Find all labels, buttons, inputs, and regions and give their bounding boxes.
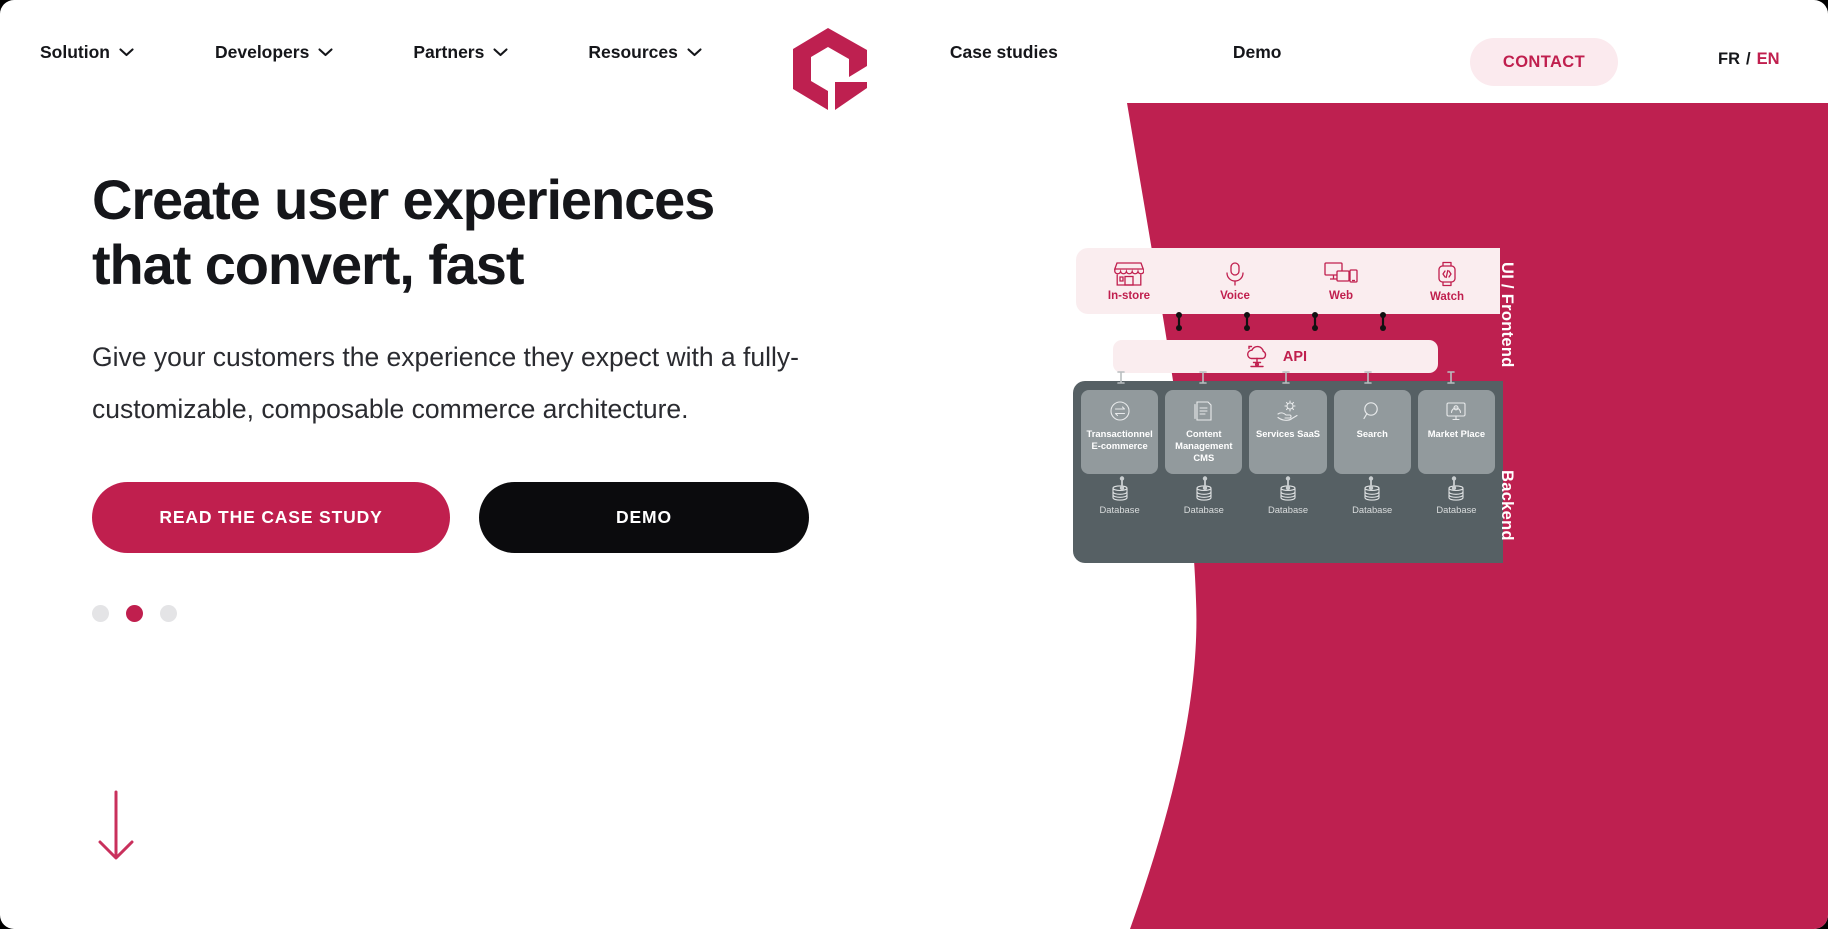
- backend-service-label: Market Place: [1427, 428, 1486, 439]
- carousel-dot-3[interactable]: [160, 604, 177, 622]
- composable-commerce-logo[interactable]: [787, 26, 873, 112]
- diagram-side-label-backend: Backend: [1498, 470, 1516, 541]
- demo-button-label: DEMO: [616, 506, 672, 527]
- nav-item-label: Solution: [40, 41, 110, 62]
- nav-left-group: Solution Developers Partners Resources C…: [0, 42, 1281, 63]
- frontend-channel-web[interactable]: Web: [1288, 261, 1394, 302]
- contact-button-label: CONTACT: [1502, 52, 1586, 71]
- chevron-down-icon: [119, 47, 134, 57]
- read-case-study-button[interactable]: READ THE CASE STUDY: [92, 481, 450, 553]
- backend-services-row: Transactionnel E-commerce Content Manage…: [1081, 390, 1496, 474]
- backend-service-label: Search: [1356, 428, 1388, 439]
- frontend-channel-label: In-store: [1107, 289, 1151, 302]
- storefront-icon: [1114, 261, 1144, 286]
- database-label: Database: [1352, 504, 1393, 515]
- backend-service-label: Content Management CMS: [1175, 428, 1233, 463]
- nav-item-label: Partners: [413, 41, 485, 62]
- demo-button[interactable]: DEMO: [479, 481, 809, 553]
- carousel-dot-2[interactable]: [126, 604, 143, 622]
- scroll-down-arrow[interactable]: [94, 790, 138, 867]
- database-label: Database: [1436, 504, 1477, 515]
- chevron-down-icon: [687, 47, 702, 57]
- headline-line-1: Create user experiences: [92, 168, 715, 231]
- nav-item-label: Developers: [214, 41, 310, 62]
- hero-subheading: Give your customers the experience they …: [92, 341, 799, 424]
- api-layer: API: [1113, 340, 1438, 373]
- frontend-channel-label: Web: [1328, 289, 1354, 302]
- hero-content: Create user experiences that convert, fa…: [92, 168, 912, 622]
- architecture-diagram: In-store Voice Web Watch API Transaction…: [1073, 248, 1513, 598]
- carousel-dot-1[interactable]: [92, 604, 109, 622]
- marketplace-monitor-icon: [1446, 402, 1466, 421]
- transaction-exchange-icon: [1110, 401, 1130, 421]
- backend-service-transactional-ecommerce[interactable]: Transactionnel E-commerce: [1081, 390, 1159, 474]
- api-label: API: [1282, 348, 1308, 365]
- connectors-service-database: [1119, 476, 1457, 491]
- database-label: Database: [1183, 504, 1224, 515]
- magnifier-icon: [1363, 402, 1379, 420]
- nav-item-label: Resources: [588, 41, 678, 62]
- language-option-en[interactable]: EN: [1757, 50, 1780, 69]
- language-separator: /: [1746, 50, 1751, 68]
- nav-item-developers[interactable]: Developers: [215, 42, 333, 63]
- backend-service-market-place[interactable]: Market Place: [1417, 390, 1496, 474]
- contact-button[interactable]: CONTACT: [1470, 38, 1618, 86]
- frontend-channel-watch[interactable]: Watch: [1394, 260, 1500, 303]
- backend-service-services-saas[interactable]: Services SaaS: [1249, 390, 1327, 474]
- nav-item-solution[interactable]: Solution: [40, 42, 134, 63]
- database-label: Database: [1099, 504, 1140, 515]
- frontend-channel-in-store[interactable]: In-store: [1076, 261, 1182, 302]
- backend-layer: Transactionnel E-commerce Content Manage…: [1073, 381, 1503, 563]
- frontend-channel-voice[interactable]: Voice: [1182, 261, 1288, 302]
- frontend-channel-bar: In-store Voice Web Watch: [1076, 248, 1500, 314]
- devices-icon: [1324, 261, 1358, 283]
- nav-item-case-studies[interactable]: Case studies: [950, 42, 1058, 63]
- backend-service-label: Services SaaS: [1255, 428, 1321, 439]
- connectors-api-backend: [1117, 371, 1455, 384]
- nav-item-label: Case studies: [949, 41, 1058, 62]
- backend-service-content-management-cms[interactable]: Content Management CMS: [1165, 390, 1243, 474]
- page-title: Create user experiences that convert, fa…: [92, 168, 912, 298]
- chevron-down-icon: [318, 47, 333, 57]
- main-navigation: Solution Developers Partners Resources C…: [0, 0, 1828, 110]
- language-switcher: FR / EN: [1718, 50, 1780, 69]
- nav-item-partners[interactable]: Partners: [413, 42, 508, 63]
- chevron-down-icon: [493, 47, 508, 57]
- database-label: Database: [1267, 504, 1309, 515]
- frontend-channel-label: Voice: [1220, 289, 1250, 302]
- page-viewport: Solution Developers Partners Resources C…: [0, 0, 1828, 929]
- backend-service-label: Transactionnel E-commerce: [1086, 428, 1153, 451]
- hero-cta-group: READ THE CASE STUDY DEMO: [92, 481, 912, 553]
- headline-line-2: that convert, fast: [92, 232, 525, 296]
- cloud-api-icon: [1246, 345, 1267, 367]
- backend-service-search[interactable]: Search: [1333, 390, 1411, 474]
- nav-item-demo[interactable]: Demo: [1233, 42, 1282, 63]
- read-case-study-label: READ THE CASE STUDY: [159, 506, 383, 527]
- nav-item-resources[interactable]: Resources: [588, 42, 702, 63]
- nav-item-label: Demo: [1232, 41, 1282, 62]
- frontend-channel-label: Watch: [1429, 290, 1465, 303]
- connectors-frontend-api: [1176, 312, 1386, 331]
- diagram-side-label-frontend: UI / Frontend: [1498, 262, 1516, 368]
- smartwatch-code-icon: [1438, 261, 1456, 286]
- microphone-icon: [1226, 261, 1244, 286]
- language-option-fr[interactable]: FR: [1718, 50, 1740, 69]
- document-list-icon: [1194, 401, 1212, 421]
- hand-gear-icon: [1277, 400, 1298, 421]
- arrow-down-icon: [98, 790, 134, 860]
- carousel-pagination: [92, 604, 912, 622]
